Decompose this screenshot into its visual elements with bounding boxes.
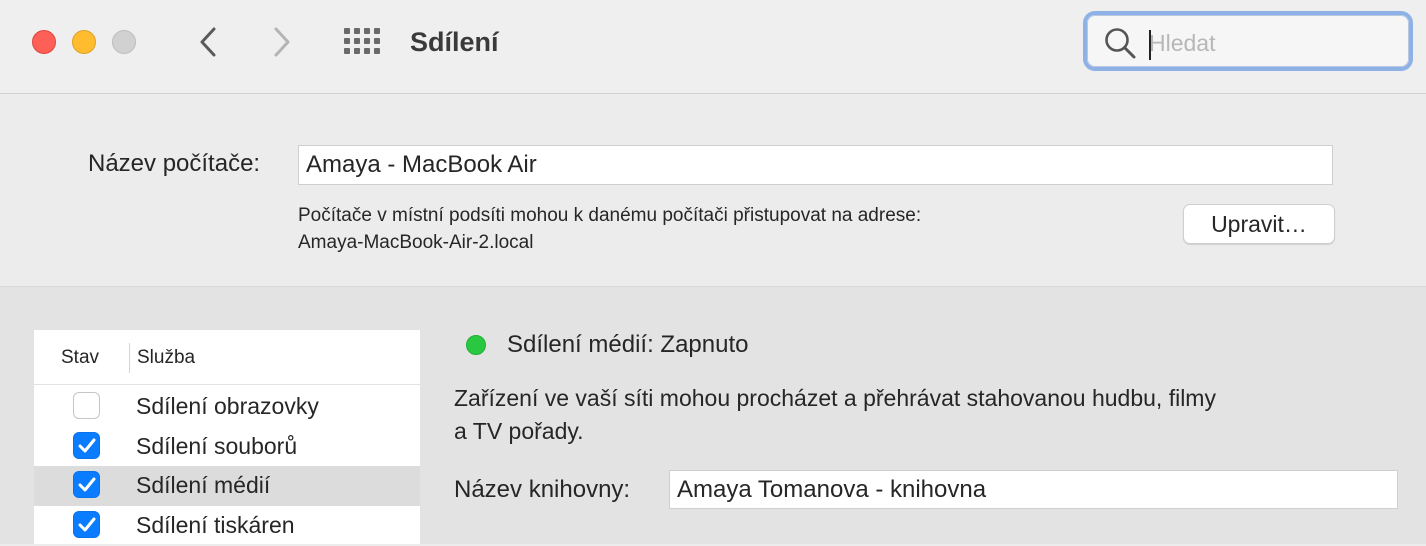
chevron-left-icon — [200, 27, 216, 57]
library-name-label: Název knihovny: — [454, 476, 631, 503]
service-checkbox[interactable] — [73, 432, 100, 459]
checkmark-icon — [78, 438, 96, 453]
checkmark-icon — [78, 517, 96, 532]
services-table[interactable]: Stav Služba Sdílení obrazovky Sdílení so… — [34, 330, 420, 544]
computer-name-field[interactable]: Amaya - MacBook Air — [298, 145, 1333, 185]
service-description-line2: a TV pořady. — [454, 418, 584, 444]
local-address-hostname: Amaya-MacBook-Air-2.local — [298, 232, 534, 253]
local-address-note-line1: Počítače v místní podsíti mohou k danému… — [298, 205, 922, 226]
window-title: Sdílení — [410, 27, 499, 57]
search-icon — [1105, 28, 1136, 59]
library-name-field[interactable]: Amaya Tomanova - knihovna — [669, 470, 1398, 509]
show-all-grid-button[interactable] — [343, 27, 381, 57]
service-label: Sdílení médií — [136, 472, 271, 498]
search-input[interactable] — [1147, 27, 1401, 59]
service-row-file-sharing[interactable]: Sdílení souborů — [34, 427, 420, 467]
service-status-text: Sdílení médií: Zapnuto — [507, 331, 749, 358]
zoom-window-button[interactable] — [112, 30, 136, 54]
services-table-header: Stav Služba — [34, 330, 420, 385]
column-header-service[interactable]: Služba — [137, 347, 195, 369]
forward-button[interactable] — [262, 22, 302, 62]
edit-hostname-button[interactable]: Upravit… — [1183, 204, 1335, 244]
computer-name-section — [0, 94, 1426, 287]
search-field[interactable] — [1083, 11, 1413, 71]
minimize-window-button[interactable] — [72, 30, 96, 54]
title-bar: Sdílení — [0, 0, 1426, 94]
computer-name-label: Název počítače: — [88, 150, 261, 177]
service-label: Sdílení tiskáren — [136, 512, 295, 538]
service-row-media-sharing[interactable]: Sdílení médií — [34, 466, 420, 506]
close-window-button[interactable] — [32, 30, 56, 54]
checkmark-icon — [78, 477, 96, 492]
service-description: Zařízení ve vaší síti mohou procházet a … — [454, 382, 1384, 448]
service-checkbox[interactable] — [73, 471, 100, 498]
chevron-right-icon — [274, 27, 290, 57]
service-checkbox[interactable] — [73, 392, 100, 419]
local-address-note: Počítače v místní podsíti mohou k danému… — [298, 202, 921, 256]
service-label: Sdílení souborů — [136, 433, 298, 459]
back-button[interactable] — [188, 22, 228, 62]
text-caret — [1149, 30, 1151, 60]
service-label: Sdílení obrazovky — [136, 393, 319, 419]
column-divider — [129, 343, 130, 373]
service-row-printer-sharing[interactable]: Sdílení tiskáren — [34, 506, 420, 546]
status-indicator-dot — [466, 335, 486, 355]
service-row-screen-sharing[interactable]: Sdílení obrazovky — [34, 387, 420, 427]
service-description-line1: Zařízení ve vaší síti mohou procházet a … — [454, 385, 1216, 411]
column-header-status[interactable]: Stav — [61, 347, 99, 369]
service-checkbox[interactable] — [73, 511, 100, 538]
